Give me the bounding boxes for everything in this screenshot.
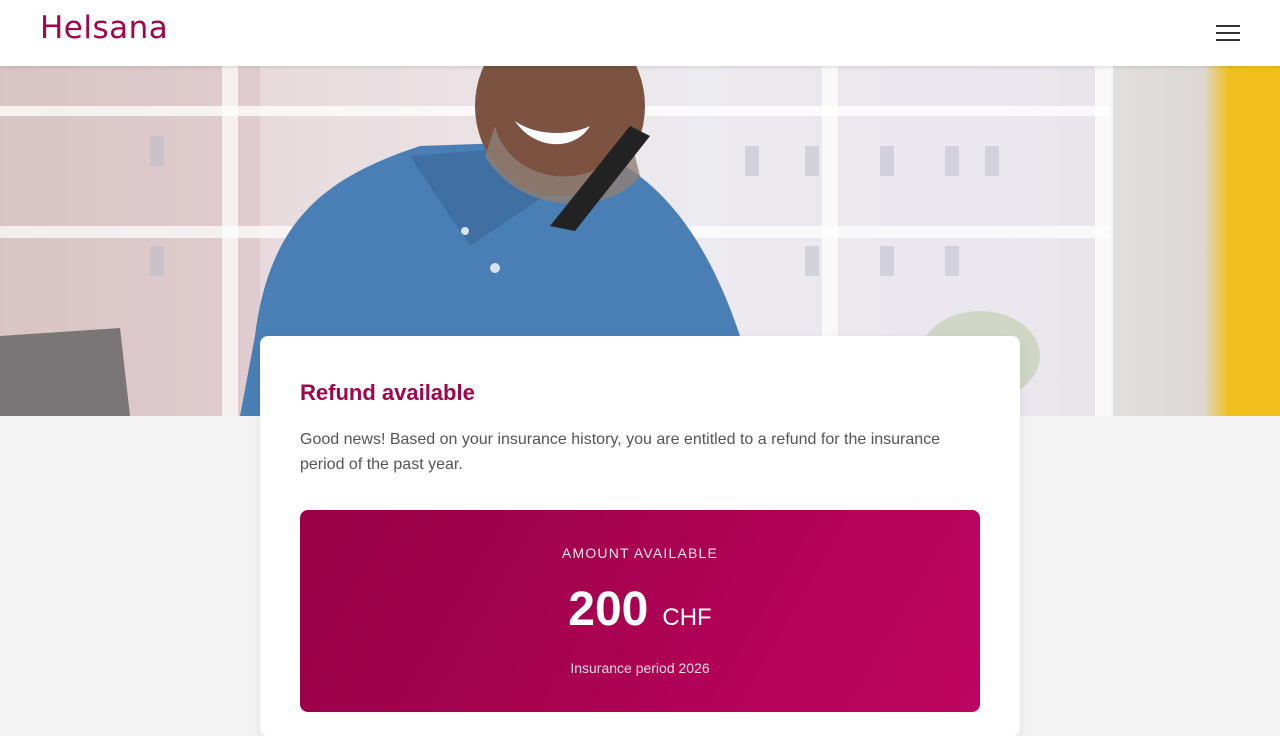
amount-panel: AMOUNT AVAILABLE 200 CHF Insurance perio… — [300, 510, 980, 712]
helsana-logo[interactable]: Helsana — [40, 10, 168, 46]
refund-description: Good news! Based on your insurance histo… — [300, 431, 941, 473]
menu-line — [1216, 39, 1240, 41]
menu-line — [1216, 32, 1240, 34]
amount-row: 200 CHF — [300, 582, 980, 637]
site-header: Helsana — [0, 0, 1280, 66]
amount-currency: CHF — [662, 604, 712, 631]
insurance-period: Insurance period 2026 — [570, 660, 710, 676]
refund-title: Refund available — [300, 380, 475, 405]
hamburger-menu-icon[interactable] — [1216, 22, 1240, 44]
amount-value: 200 — [568, 583, 649, 636]
refund-card: Refund available Good news! Based on you… — [260, 336, 1020, 736]
menu-line — [1216, 25, 1240, 27]
amount-label: AMOUNT AVAILABLE — [561, 545, 719, 561]
